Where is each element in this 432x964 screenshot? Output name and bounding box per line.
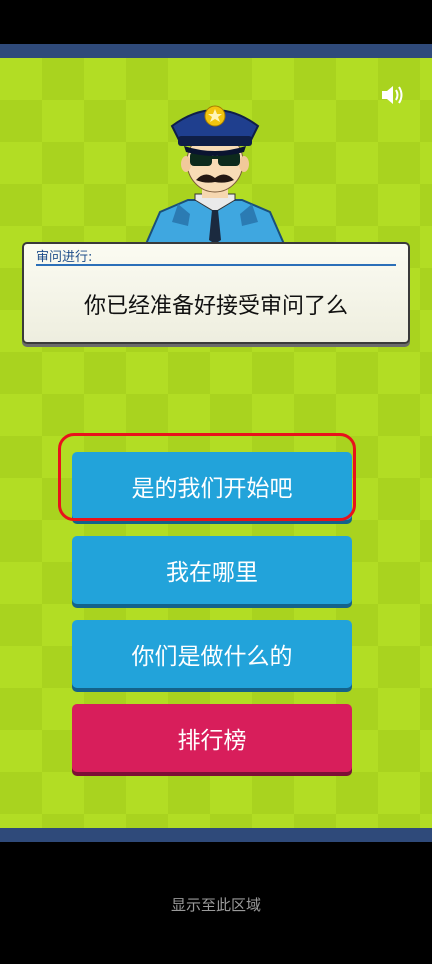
speaker-icon[interactable] (378, 80, 408, 110)
what-do-you-do-button[interactable]: 你们是做什么的 (72, 620, 352, 688)
top-bar (0, 44, 432, 58)
police-officer-character (140, 94, 290, 245)
footer-text: 显示至此区域 (170, 896, 261, 914)
dialog-box: 审问进行: 你已经准备好接受审问了么 (22, 242, 410, 344)
dialog-header: 审问进行: (36, 250, 93, 265)
leaderboard-button[interactable]: 排行榜 (72, 704, 352, 772)
dialog-divider (36, 264, 396, 266)
dialog-text: 你已经准备好接受审问了么 (83, 294, 348, 319)
start-button[interactable]: 是的我们开始吧 (72, 452, 352, 520)
where-am-i-button[interactable]: 我在哪里 (72, 536, 352, 604)
bottom-bar (0, 828, 432, 842)
